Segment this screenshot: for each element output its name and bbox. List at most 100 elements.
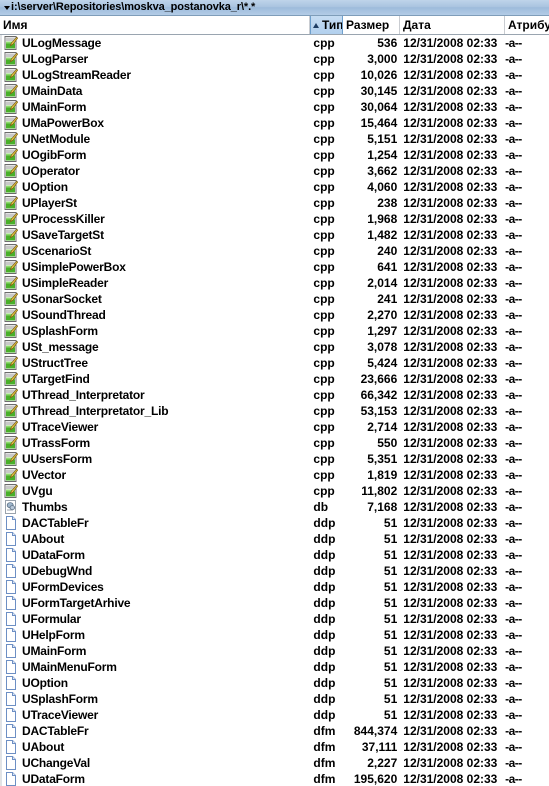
file-row[interactable]: UOgibForm cpp 1,254 12/31/2008 02:33 -a-- <box>1 147 549 163</box>
file-name-cell[interactable]: USoundThread <box>1 307 310 323</box>
column-header-date[interactable]: Дата <box>400 16 505 34</box>
file-name-cell[interactable]: UPlayerSt <box>1 195 310 211</box>
file-row[interactable]: UMainMenuForm ddp 51 12/31/2008 02:33 -a-- <box>1 659 549 675</box>
file-name-cell[interactable]: ULogStreamReader <box>1 67 310 83</box>
file-row[interactable]: USonarSocket cpp 241 12/31/2008 02:33 -a-- <box>1 291 549 307</box>
file-name-cell[interactable]: UFormular <box>1 611 310 627</box>
file-name-cell[interactable]: USplashForm <box>1 323 310 339</box>
file-row[interactable]: USplashForm cpp 1,297 12/31/2008 02:33 -a-- <box>1 323 549 339</box>
file-row[interactable]: UOption cpp 4,060 12/31/2008 02:33 -a-- <box>1 179 549 195</box>
file-row[interactable]: UChangeVal dfm 2,227 12/31/2008 02:33 -a-- <box>1 755 549 771</box>
file-name-cell[interactable]: UTraceViewer <box>1 419 310 435</box>
file-row[interactable]: UHelpForm ddp 51 12/31/2008 02:33 -a-- <box>1 627 549 643</box>
file-name-cell[interactable]: UOgibForm <box>1 147 310 163</box>
file-row[interactable]: UMainForm ddp 51 12/31/2008 02:33 -a-- <box>1 643 549 659</box>
file-name-cell[interactable]: UMainData <box>1 83 310 99</box>
file-name-cell[interactable]: UVgu <box>1 483 310 499</box>
file-row[interactable]: UVgu cpp 11,802 12/31/2008 02:33 -a-- <box>1 483 549 499</box>
file-row[interactable]: ULogStreamReader cpp 10,026 12/31/2008 02:3… <box>1 67 549 83</box>
column-header-name[interactable]: Имя <box>0 16 310 34</box>
file-name-cell[interactable]: UMainMenuForm <box>1 659 310 675</box>
file-name-cell[interactable]: UDataForm <box>1 547 310 563</box>
file-row[interactable]: UScenarioSt cpp 240 12/31/2008 02:33 -a-- <box>1 243 549 259</box>
file-name-cell[interactable]: UDataForm <box>1 771 310 786</box>
file-name-cell[interactable]: UAbout <box>1 531 310 547</box>
file-row[interactable]: UFormDevices ddp 51 12/31/2008 02:33 -a-- <box>1 579 549 595</box>
file-row[interactable]: UMainForm cpp 30,064 12/31/2008 02:33 -a-- <box>1 99 549 115</box>
chevron-down-icon[interactable] <box>2 0 11 15</box>
file-name-cell[interactable]: UTargetFind <box>1 371 310 387</box>
file-name-cell[interactable]: UDebugWnd <box>1 563 310 579</box>
file-name-cell[interactable]: USonarSocket <box>1 291 310 307</box>
file-name-cell[interactable]: UThread_Interpretator_Lib <box>1 403 310 419</box>
file-row[interactable]: ULogMessage cpp 536 12/31/2008 02:33 -a-- <box>1 35 549 51</box>
file-row[interactable]: UThread_Interpretator_Lib cpp 53,153 12/31/… <box>1 403 549 419</box>
file-name-cell[interactable]: UOption <box>1 675 310 691</box>
file-row[interactable]: UStructTree cpp 5,424 12/31/2008 02:33 -a-- <box>1 355 549 371</box>
file-name-cell[interactable]: UUsersForm <box>1 451 310 467</box>
file-row[interactable]: UThread_Interpretator cpp 66,342 12/31/2008… <box>1 387 549 403</box>
file-row[interactable]: UTraceViewer cpp 2,714 12/31/2008 02:33 -a-- <box>1 419 549 435</box>
file-name-cell[interactable]: UThread_Interpretator <box>1 387 310 403</box>
file-name-cell[interactable]: UTrassForm <box>1 435 310 451</box>
file-name-cell[interactable]: UChangeVal <box>1 755 310 771</box>
file-row[interactable]: UTraceViewer ddp 51 12/31/2008 02:33 -a-- <box>1 707 549 723</box>
file-row[interactable]: Thumbs db 7,168 12/31/2008 02:33 -a-- <box>1 499 549 515</box>
file-row[interactable]: UVector cpp 1,819 12/31/2008 02:33 -a-- <box>1 467 549 483</box>
file-name-cell[interactable]: USimpleReader <box>1 275 310 291</box>
file-row[interactable]: UFormTargetArhive ddp 51 12/31/2008 02:33 -a… <box>1 595 549 611</box>
file-name-cell[interactable]: UProcessKiller <box>1 211 310 227</box>
file-name-cell[interactable]: UAbout <box>1 739 310 755</box>
file-name-cell[interactable]: UVector <box>1 467 310 483</box>
column-header-type[interactable]: Тип <box>310 16 343 34</box>
file-row[interactable]: USplashForm ddp 51 12/31/2008 02:33 -a-- <box>1 691 549 707</box>
file-row[interactable]: DACTableFr ddp 51 12/31/2008 02:33 -a-- <box>1 515 549 531</box>
file-name-cell[interactable]: USt_message <box>1 339 310 355</box>
column-header-attributes[interactable]: Атрибуты <box>505 16 549 34</box>
file-row[interactable]: UOption ddp 51 12/31/2008 02:33 -a-- <box>1 675 549 691</box>
file-row[interactable]: UMaPowerBox cpp 15,464 12/31/2008 02:33 -a-- <box>1 115 549 131</box>
file-name-cell[interactable]: UFormDevices <box>1 579 310 595</box>
file-name-cell[interactable]: USaveTargetSt <box>1 227 310 243</box>
file-row[interactable]: USimplePowerBox cpp 641 12/31/2008 02:33 -a-… <box>1 259 549 275</box>
file-name-cell[interactable]: ULogMessage <box>1 35 310 51</box>
file-row[interactable]: ULogParser cpp 3,000 12/31/2008 02:33 -a-- <box>1 51 549 67</box>
file-name-cell[interactable]: UMainForm <box>1 643 310 659</box>
file-row[interactable]: USimpleReader cpp 2,014 12/31/2008 02:33 -a-… <box>1 275 549 291</box>
file-row[interactable]: DACTableFr dfm 844,374 12/31/2008 02:33 -a-- <box>1 723 549 739</box>
file-name-cell[interactable]: UOption <box>1 179 310 195</box>
file-row[interactable]: UAbout dfm 37,111 12/31/2008 02:33 -a-- <box>1 739 549 755</box>
file-row[interactable]: USoundThread cpp 2,270 12/31/2008 02:33 -a-- <box>1 307 549 323</box>
file-name-cell[interactable]: UScenarioSt <box>1 243 310 259</box>
file-list[interactable]: ULogMessage cpp 536 12/31/2008 02:33 -a-- ULo… <box>0 35 549 786</box>
file-name-cell[interactable]: USplashForm <box>1 691 310 707</box>
file-name-cell[interactable]: ULogParser <box>1 51 310 67</box>
file-row[interactable]: UMainData cpp 30,145 12/31/2008 02:33 -a-- <box>1 83 549 99</box>
file-row[interactable]: UUsersForm cpp 5,351 12/31/2008 02:33 -a-- <box>1 451 549 467</box>
file-row[interactable]: UProcessKiller cpp 1,968 12/31/2008 02:33 -a… <box>1 211 549 227</box>
file-row[interactable]: UAbout ddp 51 12/31/2008 02:33 -a-- <box>1 531 549 547</box>
file-name-cell[interactable]: DACTableFr <box>1 515 310 531</box>
file-name-cell[interactable]: USimplePowerBox <box>1 259 310 275</box>
file-row[interactable]: UPlayerSt cpp 238 12/31/2008 02:33 -a-- <box>1 195 549 211</box>
file-row[interactable]: UDataForm dfm 195,620 12/31/2008 02:33 -a-- <box>1 771 549 786</box>
file-name-cell[interactable]: UMainForm <box>1 99 310 115</box>
path-bar[interactable]: i:\server\Repositories\moskva_postanovka… <box>0 0 549 16</box>
file-row[interactable]: USt_message cpp 3,078 12/31/2008 02:33 -a-- <box>1 339 549 355</box>
file-name-cell[interactable]: UMaPowerBox <box>1 115 310 131</box>
file-row[interactable]: UFormular ddp 51 12/31/2008 02:33 -a-- <box>1 611 549 627</box>
file-name-cell[interactable]: UNetModule <box>1 131 310 147</box>
column-header-size[interactable]: Размер <box>343 16 400 34</box>
file-row[interactable]: USaveTargetSt cpp 1,482 12/31/2008 02:33 -a-… <box>1 227 549 243</box>
file-row[interactable]: UDebugWnd ddp 51 12/31/2008 02:33 -a-- <box>1 563 549 579</box>
file-row[interactable]: UNetModule cpp 5,151 12/31/2008 02:33 -a-- <box>1 131 549 147</box>
file-name-cell[interactable]: UOperator <box>1 163 310 179</box>
file-name-cell[interactable]: UTraceViewer <box>1 707 310 723</box>
file-row[interactable]: UOperator cpp 3,662 12/31/2008 02:33 -a-- <box>1 163 549 179</box>
file-row[interactable]: UTargetFind cpp 23,666 12/31/2008 02:33 -a-- <box>1 371 549 387</box>
file-name-cell[interactable]: UFormTargetArhive <box>1 595 310 611</box>
file-name-cell[interactable]: DACTableFr <box>1 723 310 739</box>
file-row[interactable]: UDataForm ddp 51 12/31/2008 02:33 -a-- <box>1 547 549 563</box>
file-name-cell[interactable]: UHelpForm <box>1 627 310 643</box>
file-row[interactable]: UTrassForm cpp 550 12/31/2008 02:33 -a-- <box>1 435 549 451</box>
